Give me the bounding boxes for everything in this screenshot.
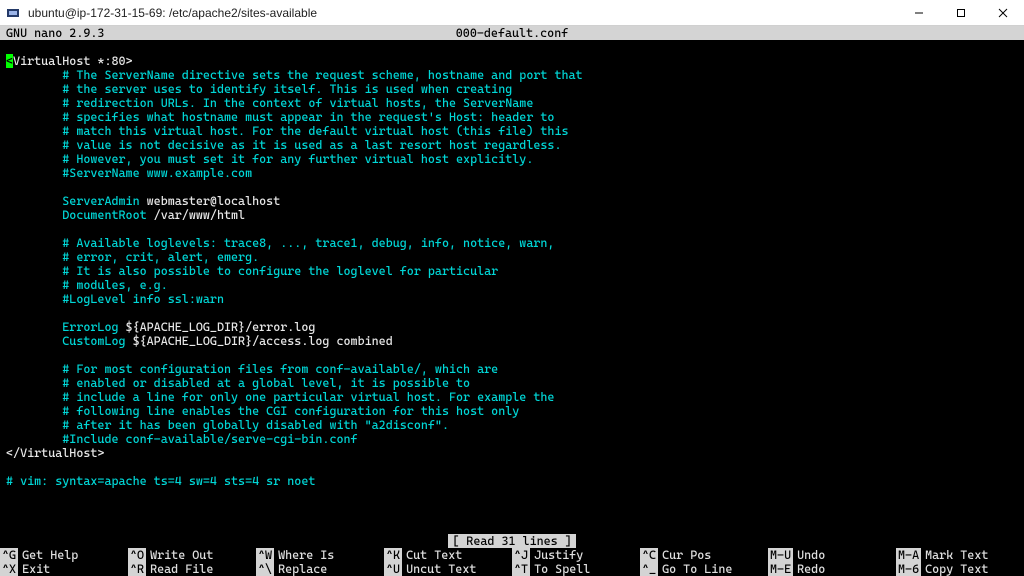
comment-line: # vim: syntax=apache ts=4 sw=4 sts=4 sr … bbox=[6, 474, 315, 488]
minimize-button[interactable] bbox=[898, 0, 940, 26]
comment-line: # the server uses to identify itself. Th… bbox=[6, 82, 512, 96]
shortcut-cur-pos[interactable]: ^CCur Pos bbox=[640, 548, 768, 562]
value: webmaster@localhost bbox=[147, 194, 281, 208]
shortcut-mark-text[interactable]: M-AMark Text bbox=[896, 548, 1024, 562]
comment-line: # Available loglevels: trace8, ..., trac… bbox=[6, 236, 554, 250]
shortcut-replace[interactable]: ^\Replace bbox=[256, 562, 384, 576]
comment-line: # include a line for only one particular… bbox=[6, 390, 554, 404]
shortcuts-row-2: ^XExit ^RRead File ^\Replace ^UUncut Tex… bbox=[0, 562, 1024, 576]
window-titlebar: ubuntu@ip-172-31-15-69: /etc/apache2/sit… bbox=[0, 0, 1024, 26]
shortcut-uncut-text[interactable]: ^UUncut Text bbox=[384, 562, 512, 576]
line: VirtualHost *:80> bbox=[13, 54, 133, 68]
nano-filename: 000-default.conf bbox=[456, 26, 569, 40]
comment-line: # specifies what hostname must appear in… bbox=[6, 110, 554, 124]
comment-line: #LogLevel info ssl:warn bbox=[6, 292, 224, 306]
shortcut-cut-text[interactable]: ^KCut Text bbox=[384, 548, 512, 562]
shortcut-write-out[interactable]: ^OWrite Out bbox=[128, 548, 256, 562]
nano-status: [ Read 31 lines ] bbox=[448, 534, 576, 548]
close-button[interactable] bbox=[982, 0, 1024, 26]
shortcut-exit[interactable]: ^XExit bbox=[0, 562, 128, 576]
nano-shortcuts: ^GGet Help ^OWrite Out ^WWhere Is ^KCut … bbox=[0, 548, 1024, 576]
comment-line: # For most configuration files from conf… bbox=[6, 362, 498, 376]
comment-line: # following line enables the CGI configu… bbox=[6, 404, 519, 418]
comment-line: # match this virtual host. For the defau… bbox=[6, 124, 569, 138]
comment-line: #Include conf-available/serve-cgi-bin.co… bbox=[6, 432, 358, 446]
directive: ServerAdmin bbox=[6, 194, 147, 208]
comment-line: # It is also possible to configure the l… bbox=[6, 264, 498, 278]
value: ${APACHE_LOG_DIR}/access.log combined bbox=[133, 334, 393, 348]
shortcut-redo[interactable]: M-ERedo bbox=[768, 562, 896, 576]
directive: CustomLog bbox=[6, 334, 133, 348]
shortcuts-row-1: ^GGet Help ^OWrite Out ^WWhere Is ^KCut … bbox=[0, 548, 1024, 562]
nano-version: GNU nano 2.9.3 bbox=[0, 26, 104, 40]
shortcut-justify[interactable]: ^JJustify bbox=[512, 548, 640, 562]
shortcut-read-file[interactable]: ^RRead File bbox=[128, 562, 256, 576]
value: /var/www/html bbox=[154, 208, 245, 222]
cursor: < bbox=[6, 54, 13, 68]
nano-editor[interactable]: <VirtualHost *:80> # The ServerName dire… bbox=[0, 40, 1024, 488]
maximize-button[interactable] bbox=[940, 0, 982, 26]
window-title: ubuntu@ip-172-31-15-69: /etc/apache2/sit… bbox=[28, 6, 898, 20]
nano-status-wrap: [ Read 31 lines ] bbox=[0, 534, 1024, 548]
directive: ErrorLog bbox=[6, 320, 126, 334]
shortcut-go-to-line[interactable]: ^_Go To Line bbox=[640, 562, 768, 576]
comment-line: # The ServerName directive sets the requ… bbox=[6, 68, 583, 82]
shortcut-get-help[interactable]: ^GGet Help bbox=[0, 548, 128, 562]
comment-line: # redirection URLs. In the context of vi… bbox=[6, 96, 533, 110]
comment-line: # However, you must set it for any furth… bbox=[6, 152, 533, 166]
comment-line: # enabled or disabled at a global level,… bbox=[6, 376, 470, 390]
shortcut-undo[interactable]: M-UUndo bbox=[768, 548, 896, 562]
nano-header: GNU nano 2.9.3 000-default.conf bbox=[0, 26, 1024, 40]
directive: DocumentRoot bbox=[6, 208, 154, 222]
comment-line: # after it has been globally disabled wi… bbox=[6, 418, 449, 432]
comment-line: # modules, e.g. bbox=[6, 278, 168, 292]
terminal[interactable]: GNU nano 2.9.3 000-default.conf <Virtual… bbox=[0, 26, 1024, 576]
value: ${APACHE_LOG_DIR}/error.log bbox=[126, 320, 316, 334]
comment-line: # value is not decisive as it is used as… bbox=[6, 138, 561, 152]
shortcut-to-spell[interactable]: ^TTo Spell bbox=[512, 562, 640, 576]
shortcut-copy-text[interactable]: M-6Copy Text bbox=[896, 562, 1024, 576]
shortcut-where-is[interactable]: ^WWhere Is bbox=[256, 548, 384, 562]
line: </VirtualHost> bbox=[6, 446, 104, 460]
app-icon bbox=[4, 4, 22, 22]
comment-line: #ServerName www.example.com bbox=[6, 166, 252, 180]
comment-line: # error, crit, alert, emerg. bbox=[6, 250, 259, 264]
